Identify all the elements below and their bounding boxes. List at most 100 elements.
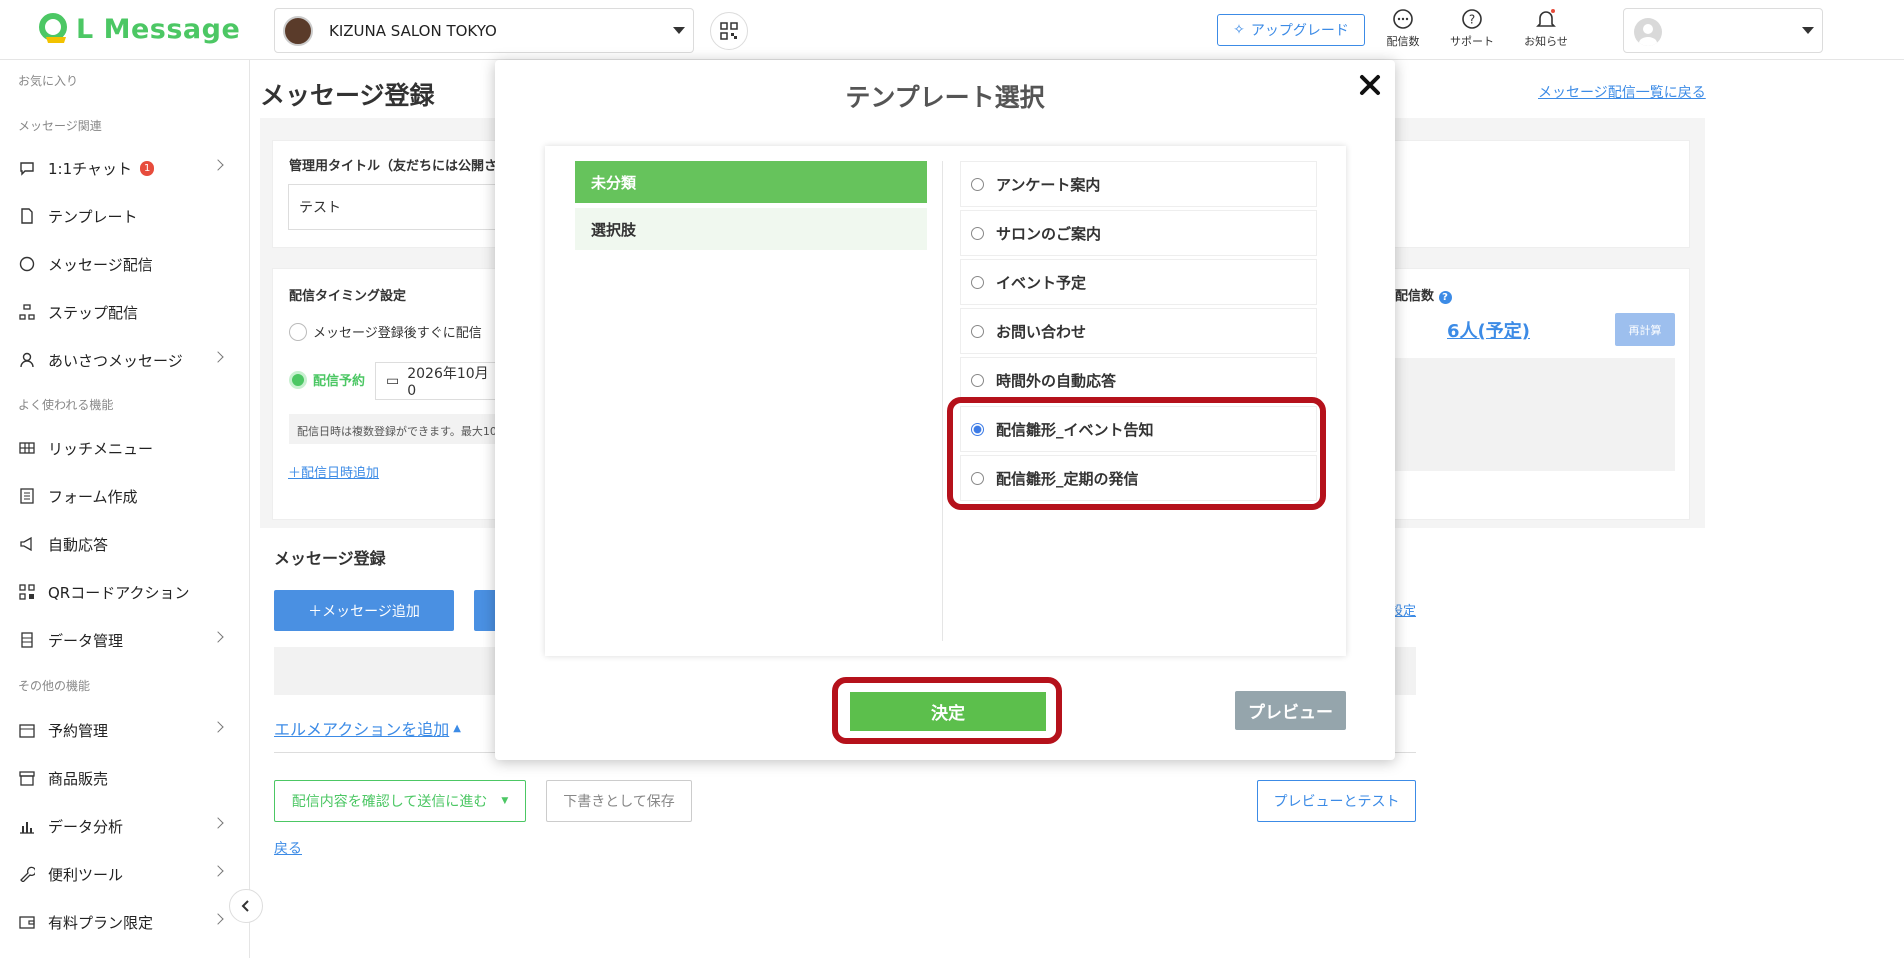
sidebar-item-product-sales[interactable]: 商品販売 <box>18 763 228 793</box>
sidebar-item-label: 予約管理 <box>48 721 109 740</box>
upgrade-label: アップグレード <box>1250 23 1349 39</box>
timing-scheduled-option[interactable]: 配信予約 <box>289 370 365 389</box>
sidebar-item-label: データ分析 <box>48 817 124 836</box>
chevron-down-icon: ▼ <box>501 796 509 806</box>
category-uncategorized[interactable]: 未分類 <box>575 161 927 203</box>
account-selector[interactable]: KIZUNA SALON TOKYO <box>274 8 694 53</box>
delivery-count-value[interactable]: 6人(予定) <box>1447 317 1530 343</box>
app-logo[interactable]: L Message <box>38 12 240 46</box>
template-item[interactable]: サロンのご案内 <box>960 210 1317 256</box>
close-icon[interactable] <box>1357 72 1383 98</box>
sidebar-section-message: メッセージ関連 <box>18 119 102 133</box>
sidebar-item-paid-plan[interactable]: 有料プラン限定 <box>18 907 228 937</box>
notifications-label: お知らせ <box>1524 35 1568 48</box>
proceed-send-button[interactable]: 配信内容を確認して送信に進む ▼ <box>274 780 526 822</box>
template-label: サロンのご案内 <box>996 224 1102 243</box>
sidebar-item-greeting[interactable]: あいさつメッセージ <box>18 345 228 375</box>
sidebar-item-message-delivery[interactable]: メッセージ配信 <box>18 249 228 279</box>
qr-code-button[interactable] <box>710 12 748 50</box>
chevron-down-icon <box>673 27 685 34</box>
radio-icon <box>971 324 984 338</box>
template-browser: 未分類 選択肢 アンケート案内 サロンのご案内 イベント予定 お問い合わせ 時間… <box>545 146 1346 656</box>
recalculate-button[interactable]: 再計算 <box>1615 313 1675 346</box>
radio-icon <box>289 322 307 341</box>
person-icon <box>18 351 36 369</box>
bell-icon <box>1536 9 1556 27</box>
template-label: 時間外の自動応答 <box>996 371 1117 390</box>
add-action-link[interactable]: エルメアクションを追加 ▲ <box>274 716 461 740</box>
sidebar-item-label: データ管理 <box>48 631 124 650</box>
back-link[interactable]: 戻る <box>274 838 302 858</box>
preview-button[interactable]: プレビュー <box>1235 691 1346 730</box>
chevron-right-icon <box>212 865 224 877</box>
save-draft-button[interactable]: 下書きとして保存 <box>546 780 692 822</box>
scheduled-date-value: 2026年10月0 <box>407 366 489 399</box>
sidebar-item-reservation[interactable]: 予約管理 <box>18 715 228 745</box>
sidebar-item-label: リッチメニュー <box>48 439 154 458</box>
sidebar-item-form[interactable]: フォーム作成 <box>18 481 228 511</box>
preview-test-button[interactable]: プレビューとテスト <box>1257 780 1416 822</box>
add-datetime-link[interactable]: ＋配信日時追加 <box>288 462 379 481</box>
sidebar-item-label: メッセージ配信 <box>48 255 153 274</box>
account-name: KIZUNA SALON TOKYO <box>329 21 497 40</box>
sidebar: お気に入り メッセージ関連 1:1チャット 1 テンプレート メッセージ配信 ス… <box>0 60 250 958</box>
timing-immediate-label: メッセージ登録後すぐに配信 <box>313 326 482 341</box>
chevron-right-icon <box>212 159 224 171</box>
sidebar-item-label: 自動応答 <box>48 535 109 554</box>
message-icon <box>18 255 36 273</box>
sidebar-collapse-button[interactable] <box>229 889 263 923</box>
form-icon <box>18 487 36 505</box>
user-menu[interactable] <box>1623 8 1823 53</box>
sidebar-item-label: ステップ配信 <box>48 303 139 322</box>
chevron-right-icon <box>212 351 224 363</box>
category-choices[interactable]: 選択肢 <box>575 208 927 250</box>
template-label: イベント予定 <box>996 273 1087 292</box>
store-icon <box>18 769 36 787</box>
sidebar-item-qr-action[interactable]: QRコードアクション <box>18 577 228 607</box>
sidebar-section-frequent: よく使われる機能 <box>18 398 114 412</box>
calendar-icon <box>18 721 36 739</box>
sidebar-item-data-analysis[interactable]: データ分析 <box>18 811 228 841</box>
question-icon: ? <box>1462 9 1482 29</box>
notifications-button[interactable]: お知らせ <box>1511 8 1581 49</box>
chevron-right-icon <box>212 817 224 829</box>
radio-icon <box>971 177 984 191</box>
step-icon <box>18 303 36 321</box>
add-message-button[interactable]: ＋メッセージ追加 <box>274 590 454 631</box>
back-to-list-link[interactable]: メッセージ配信一覧に戻る <box>1538 82 1706 102</box>
template-label: アンケート案内 <box>996 175 1101 194</box>
sidebar-item-data-management[interactable]: データ管理 <box>18 625 228 655</box>
chevron-left-icon <box>241 900 249 912</box>
sidebar-item-label: QRコードアクション <box>48 583 190 602</box>
radio-icon <box>971 226 984 240</box>
delivery-count-label: 配信数 ? <box>1395 285 1452 304</box>
template-item[interactable]: アンケート案内 <box>960 161 1317 207</box>
logo-icon <box>39 13 67 43</box>
chevron-right-icon <box>212 913 224 925</box>
template-item[interactable]: お問い合わせ <box>960 308 1317 354</box>
sidebar-section-favorites: お気に入り <box>18 74 79 88</box>
sidebar-item-chat[interactable]: 1:1チャット 1 <box>18 153 228 183</box>
user-avatar-icon <box>1634 18 1662 46</box>
admin-title-input[interactable]: テスト <box>288 184 508 230</box>
delivery-count-label: 配信数 <box>1386 35 1420 48</box>
sidebar-item-template[interactable]: テンプレート <box>18 201 228 231</box>
upgrade-button[interactable]: ✧ アップグレード <box>1217 14 1365 46</box>
support-button[interactable]: ? サポート <box>1437 8 1507 49</box>
sidebar-item-auto-reply[interactable]: 自動応答 <box>18 529 228 559</box>
delivery-count-button[interactable]: 配信数 <box>1368 8 1438 49</box>
sidebar-item-step-delivery[interactable]: ステップ配信 <box>18 297 228 327</box>
sidebar-item-rich-menu[interactable]: リッチメニュー <box>18 433 228 463</box>
database-icon <box>18 631 36 649</box>
sidebar-item-tools[interactable]: 便利ツール <box>18 859 228 889</box>
sidebar-item-label: 商品販売 <box>48 769 109 788</box>
template-label: お問い合わせ <box>996 322 1087 341</box>
schedule-note: 配信日時は複数登録ができます。最大10 <box>289 414 499 444</box>
confirm-button[interactable]: 決定 <box>848 690 1048 733</box>
timing-immediate-option[interactable]: メッセージ登録後すぐに配信 <box>289 322 482 341</box>
wrench-icon <box>18 865 36 883</box>
template-item[interactable]: イベント予定 <box>960 259 1317 305</box>
scheduled-date-input[interactable]: ▭ 2026年10月0 <box>375 362 505 400</box>
add-action-label: エルメアクションを追加 <box>274 720 450 739</box>
megaphone-icon <box>18 535 36 553</box>
